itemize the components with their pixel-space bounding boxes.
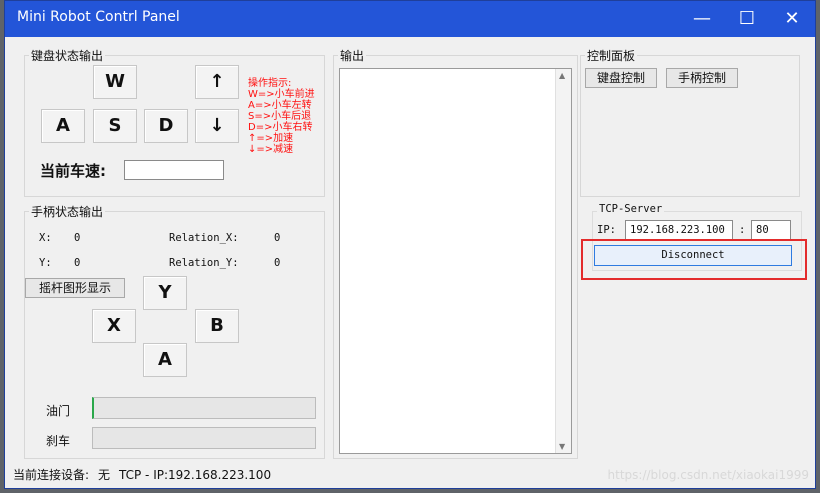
tcp-status: TCP - IP:192.168.223.100 bbox=[119, 468, 272, 482]
port-input[interactable]: 80 bbox=[751, 220, 791, 240]
keyboard-group-title: 键盘状态输出 bbox=[29, 47, 106, 64]
speed-display bbox=[124, 160, 224, 180]
control-group-title: 控制面板 bbox=[585, 47, 638, 64]
device-value: 无 bbox=[98, 468, 111, 482]
key-s: S bbox=[93, 109, 137, 143]
gamepad-control-button[interactable]: 手柄控制 bbox=[666, 68, 738, 88]
hint-line: A=>小车左转 bbox=[248, 100, 312, 111]
control-panel-group: 控制面板 键盘控制 手柄控制 bbox=[580, 47, 800, 197]
gamepad-status-group: 手柄状态输出 X: 0 Relation_X: 0 Y: 0 Relation_… bbox=[24, 203, 325, 459]
hint-line: W=>小车前进 bbox=[248, 89, 315, 100]
scroll-down-icon[interactable]: ▼ bbox=[559, 442, 565, 451]
port-separator: : bbox=[739, 224, 746, 236]
ip-input[interactable]: 192.168.223.100 bbox=[625, 220, 733, 240]
key-d: D bbox=[144, 109, 188, 143]
ip-label: IP: bbox=[597, 224, 616, 236]
key-up: ↑ bbox=[195, 65, 239, 99]
title-bar[interactable]: Mini Robot Contrl Panel — ☐ ✕ bbox=[5, 1, 815, 37]
close-icon[interactable]: ✕ bbox=[769, 1, 815, 37]
hint-line: ↓=>减速 bbox=[248, 144, 294, 155]
relation-x-value: 0 bbox=[274, 232, 281, 244]
keyboard-control-button[interactable]: 键盘控制 bbox=[585, 68, 657, 88]
x-label: X: bbox=[39, 232, 52, 244]
control-hints: 操作指示: W=>小车前进 A=>小车左转 S=>小车后退 D=>小车右转 ↑=… bbox=[248, 78, 315, 155]
scroll-up-icon[interactable]: ▲ bbox=[559, 71, 565, 80]
throttle-label: 油门 bbox=[46, 404, 71, 418]
key-down: ↓ bbox=[195, 109, 239, 143]
relation-y-label: Relation_Y: bbox=[169, 257, 239, 269]
hint-line: S=>小车后退 bbox=[248, 111, 312, 122]
hint-line: D=>小车右转 bbox=[248, 122, 313, 133]
joystick-display-button[interactable]: 摇杆图形显示 bbox=[25, 278, 125, 298]
key-x: X bbox=[92, 309, 136, 343]
throttle-progress bbox=[92, 397, 316, 419]
port-input-value: 80 bbox=[756, 224, 769, 236]
disconnect-button[interactable]: Disconnect bbox=[594, 245, 792, 266]
brake-progress bbox=[92, 427, 316, 449]
relation-x-label: Relation_X: bbox=[169, 232, 239, 244]
output-textarea[interactable]: ▲ ▼ bbox=[339, 68, 572, 454]
keyboard-status-group: 键盘状态输出 W ↑ A S D ↓ 操作指示: W=>小车前进 A=>小车左转… bbox=[24, 47, 325, 197]
relation-y-value: 0 bbox=[274, 257, 281, 269]
ip-input-value: 192.168.223.100 bbox=[630, 224, 725, 236]
hint-line: 操作指示: bbox=[248, 78, 292, 89]
key-a: A bbox=[41, 109, 85, 143]
brake-label: 刹车 bbox=[46, 434, 71, 448]
output-scrollbar[interactable]: ▲ ▼ bbox=[555, 69, 571, 453]
output-group-title: 输出 bbox=[338, 47, 367, 64]
key-a-pad: A bbox=[143, 343, 187, 377]
gamepad-group-title: 手柄状态输出 bbox=[29, 203, 106, 220]
x-value: 0 bbox=[74, 232, 81, 244]
maximize-icon[interactable]: ☐ bbox=[724, 1, 770, 37]
hint-line: ↑=>加速 bbox=[248, 133, 294, 144]
speed-label: 当前车速: bbox=[40, 162, 106, 180]
key-b: B bbox=[195, 309, 239, 343]
key-y: Y bbox=[143, 276, 187, 310]
device-label: 当前连接设备: bbox=[13, 468, 90, 482]
output-group: 输出 ▲ ▼ bbox=[333, 47, 578, 459]
window-title: Mini Robot Contrl Panel bbox=[17, 9, 180, 25]
key-w: W bbox=[93, 65, 137, 99]
y-value: 0 bbox=[74, 257, 81, 269]
watermark: https://blog.csdn.net/xiaokai1999 bbox=[607, 468, 809, 482]
main-window: Mini Robot Contrl Panel — ☐ ✕ 键盘状态输出 W ↑… bbox=[4, 0, 816, 489]
tcp-group-title: TCP-Server bbox=[597, 203, 665, 215]
minimize-icon[interactable]: — bbox=[679, 1, 725, 37]
y-label: Y: bbox=[39, 257, 52, 269]
